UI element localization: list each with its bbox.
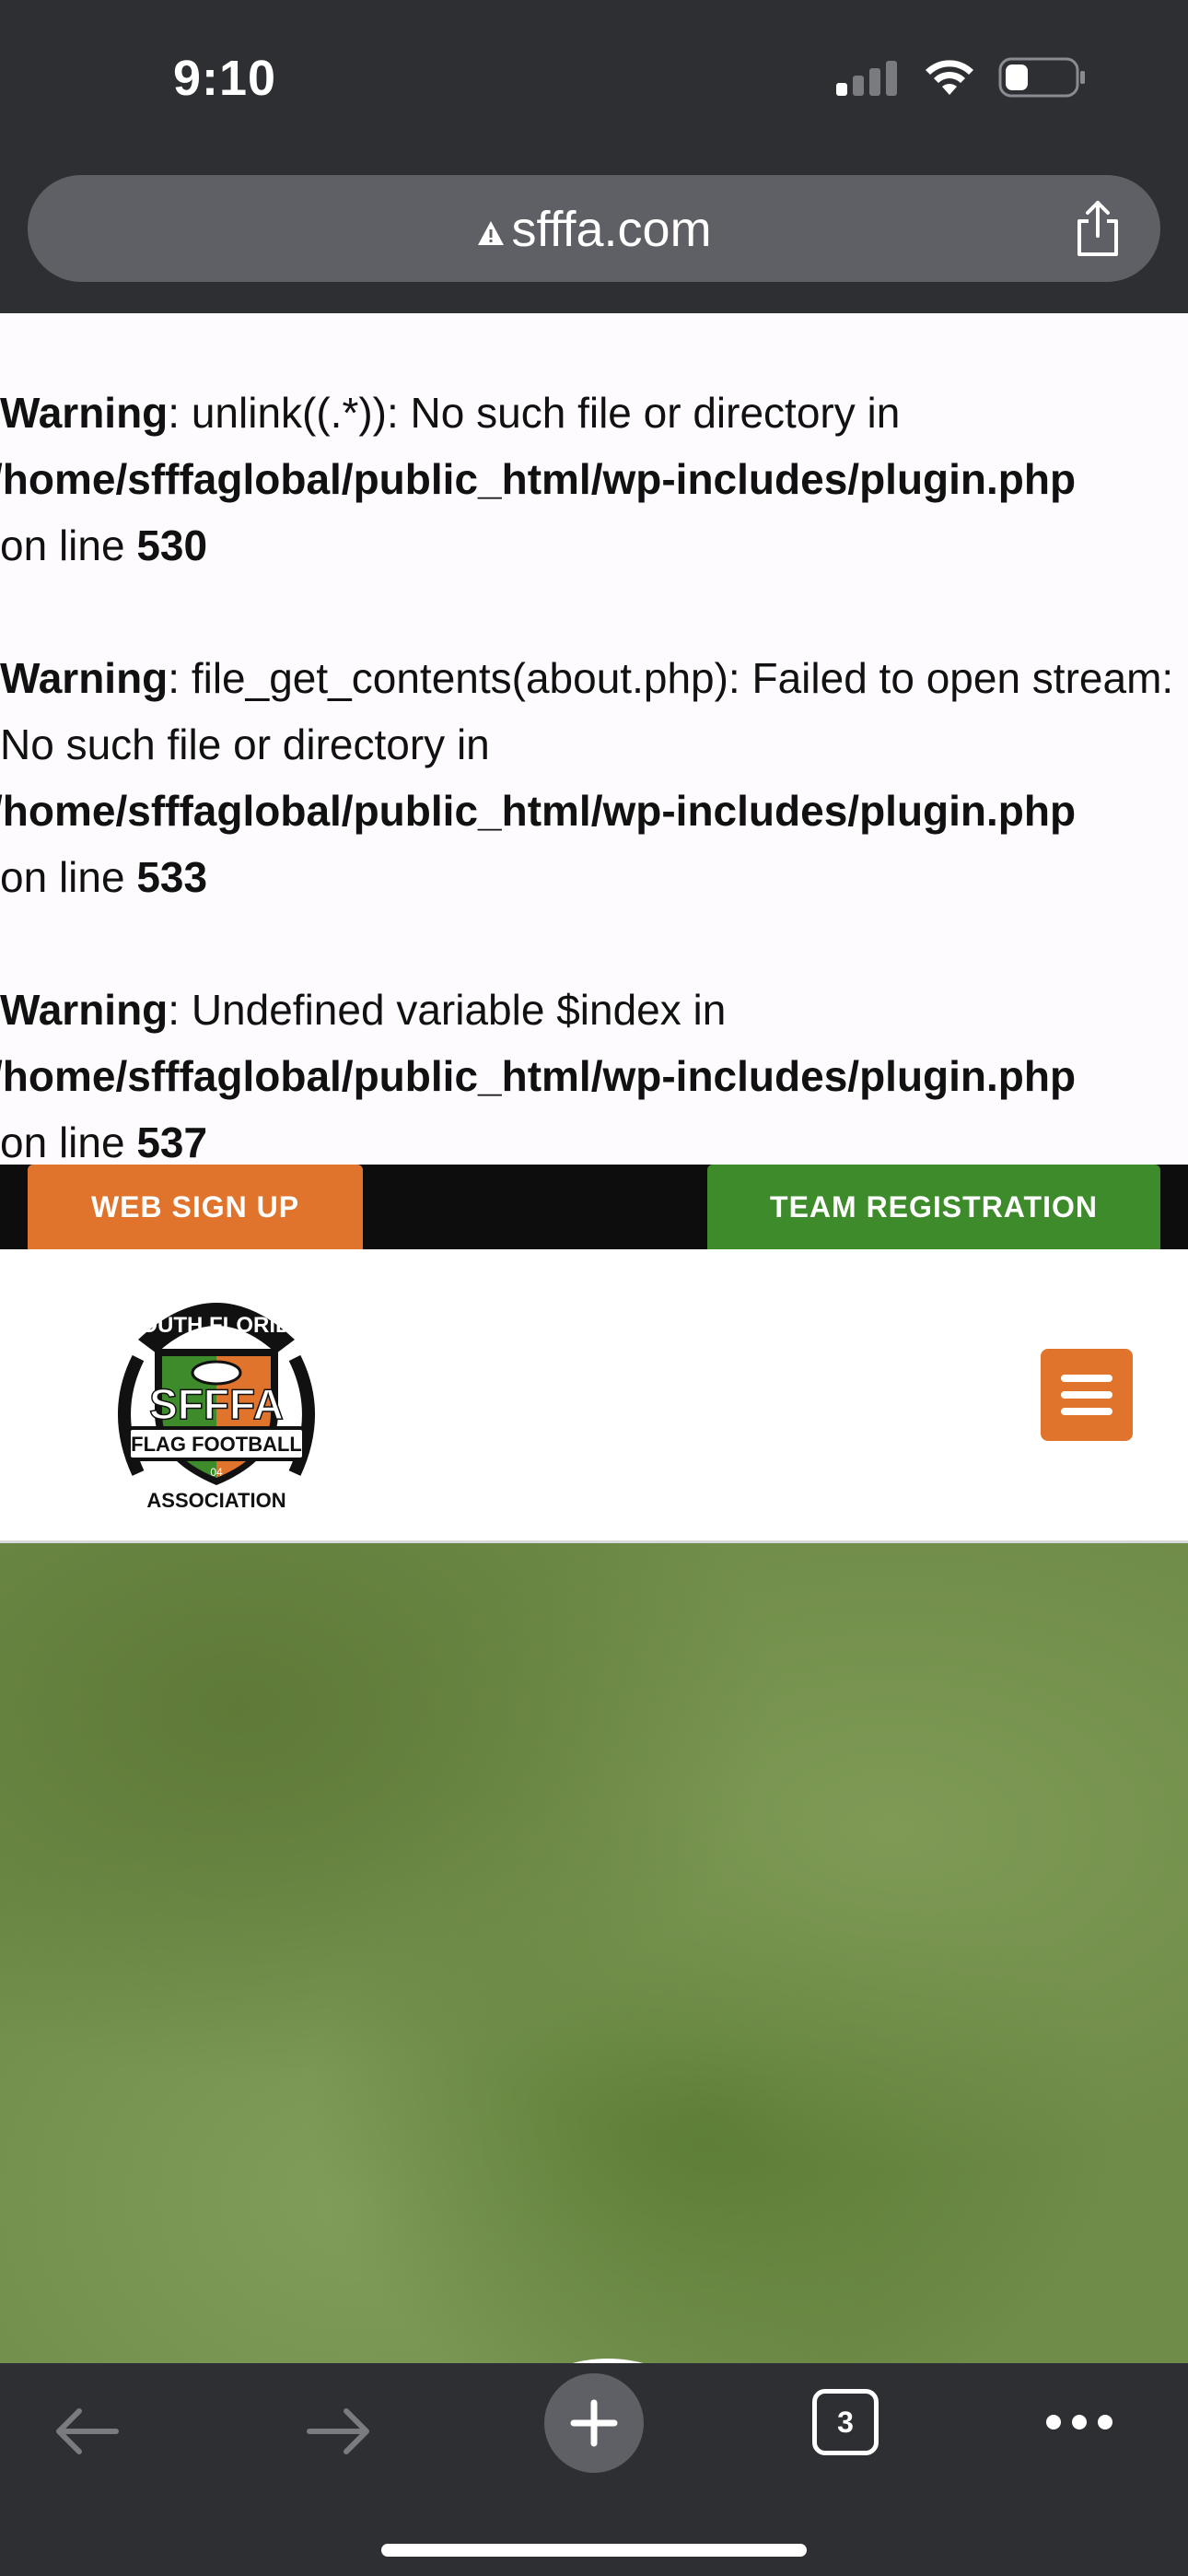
warning-message: Warning: Undefined variable $index in /h… [0, 977, 1076, 1165]
warning-text: : file_get_contents(about.php): Failed t… [0, 654, 1174, 768]
warning-line-prefix: on line [0, 521, 137, 569]
more-options-icon[interactable] [1044, 2411, 1114, 2433]
warning-text: : unlink((.*)): No such file or director… [168, 389, 901, 437]
share-icon[interactable] [1072, 199, 1124, 258]
hero-partial-text-graphic [572, 2359, 644, 2363]
tabs-count: 3 [837, 2405, 854, 2439]
php-warnings: Warning: unlink((.*)): No such file or d… [0, 313, 1188, 1165]
warning-line-prefix: on line [0, 1118, 137, 1165]
home-indicator [381, 2544, 807, 2557]
browser-bottom-toolbar: 3 [0, 2363, 1188, 2576]
warning-line-number: 537 [136, 1118, 208, 1165]
back-arrow-icon[interactable] [52, 2404, 122, 2459]
warning-label: Warning [0, 986, 169, 1034]
status-time: 9:10 [173, 51, 277, 106]
warning-label: Warning [0, 654, 169, 702]
menu-icon-bar [1061, 1375, 1112, 1382]
url-text: sfffa.com [511, 202, 712, 257]
web-sign-up-button[interactable]: WEB SIGN UP [28, 1165, 363, 1249]
new-tab-plus-icon[interactable] [543, 2372, 645, 2474]
warning-line-prefix: on line [0, 853, 137, 901]
logo-est: 04 [210, 1466, 223, 1479]
warning-message: Warning: file_get_contents(about.php): F… [0, 645, 1188, 910]
warning-path: /home/sfffaglobal/public_html/wp-include… [0, 455, 1077, 503]
warning-line-number: 530 [136, 521, 208, 569]
logo-top-text: SOUTH FLORIDA [125, 1313, 307, 1338]
url-bar[interactable]: sfffa.com [28, 175, 1160, 282]
warning-message: Warning: unlink((.*)): No such file or d… [0, 380, 1076, 579]
warning-triangle-icon [478, 220, 505, 245]
warning-label: Warning [0, 389, 169, 437]
browser-top-chrome: 9:10 sfffa.com [0, 0, 1188, 313]
wifi-icon [926, 60, 973, 95]
site-header: SOUTH FLORIDA SFFFA FLAG FOOTBALL 04 ASS… [0, 1249, 1188, 1543]
hamburger-menu-button[interactable] [1041, 1349, 1133, 1441]
status-icons [834, 57, 1087, 98]
url-display[interactable]: sfffa.com [28, 201, 1160, 258]
team-registration-button[interactable]: TEAM REGISTRATION [707, 1165, 1160, 1249]
battery-icon [998, 57, 1085, 98]
forward-arrow-icon[interactable] [304, 2404, 374, 2459]
hero-grass-background [0, 1543, 1188, 2363]
warning-path: /home/sfffaglobal/public_html/wp-include… [0, 1052, 1077, 1100]
warning-path: /home/sfffaglobal/public_html/wp-include… [0, 787, 1077, 835]
tabs-button[interactable]: 3 [812, 2389, 879, 2455]
warning-text: : Undefined variable $index in [168, 986, 727, 1034]
sfffa-logo[interactable]: SOUTH FLORIDA SFFFA FLAG FOOTBALL 04 ASS… [101, 1275, 332, 1515]
logo-main-text: SFFFA [149, 1380, 284, 1428]
menu-icon-bar [1061, 1408, 1112, 1415]
logo-bottom-text: ASSOCIATION [146, 1489, 285, 1512]
registration-bar: WEB SIGN UP TEAM REGISTRATION [0, 1165, 1188, 1249]
warning-line-number: 533 [136, 853, 208, 901]
menu-icon-bar [1061, 1391, 1112, 1399]
signal-icon [836, 61, 897, 96]
logo-banner-text: FLAG FOOTBALL [131, 1433, 302, 1456]
